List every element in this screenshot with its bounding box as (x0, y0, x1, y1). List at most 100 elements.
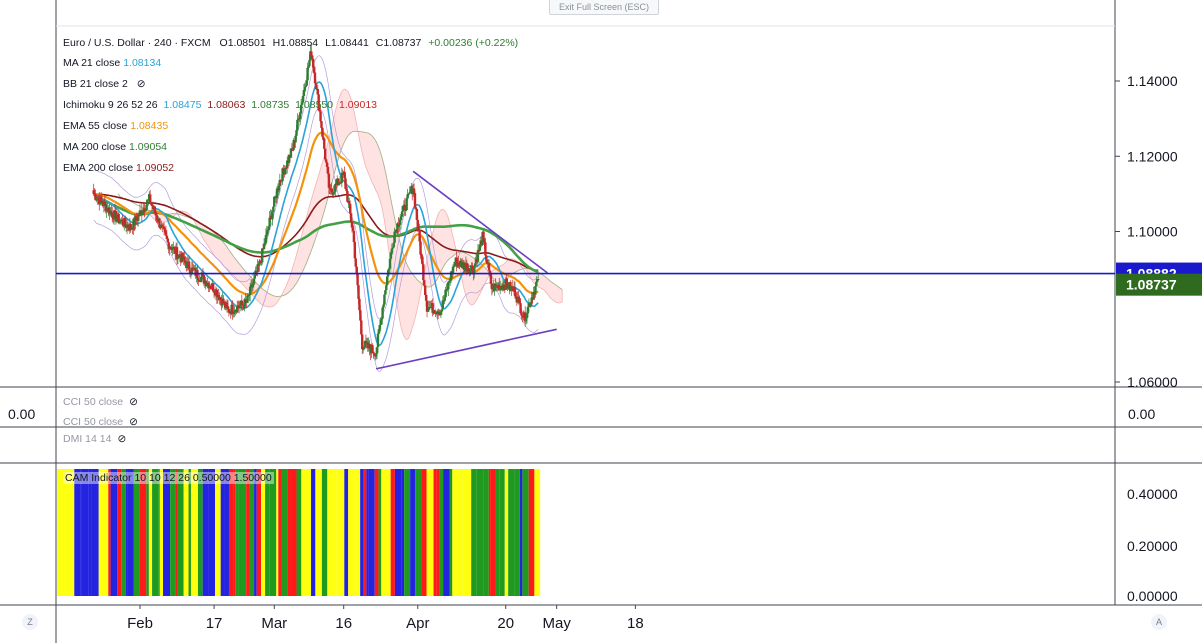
cam-stripe (534, 469, 541, 596)
cam-stripe (261, 469, 266, 596)
cam-stripe (276, 469, 279, 596)
cam-stripe (410, 469, 416, 596)
cam-stripe (183, 469, 189, 596)
cam-stripe (177, 469, 184, 596)
cam-stripe (139, 469, 147, 596)
cam-stripe (421, 469, 427, 596)
candle-body (253, 274, 257, 279)
cam-stripe (327, 469, 334, 596)
x-tick-label: May (542, 615, 571, 632)
legend-cam[interactable]: CAM Indicator 10 10 12 26 0.50000 1.5000… (63, 472, 274, 484)
cam-stripe (452, 469, 463, 596)
candle-body (423, 280, 426, 286)
cam-stripe (390, 469, 395, 596)
cam-y-tick-label: 0.40000 (1127, 486, 1178, 502)
cam-stripe (381, 469, 391, 596)
cam-stripe (296, 469, 302, 596)
legend-ma21[interactable]: MA 21 close 1.08134 (63, 57, 161, 69)
cam-stripe (363, 469, 367, 596)
legend-cci-1[interactable]: CCI 50 close ⊘ (63, 396, 138, 408)
cam-stripe (159, 469, 164, 596)
cam-stripe (495, 469, 500, 596)
cam-stripe (224, 469, 229, 596)
cam-stripe (476, 469, 484, 596)
high-value: H1.08854 (272, 37, 319, 49)
cam-stripe (281, 469, 288, 596)
change-value: +0.00236 (+0.22%) (428, 37, 519, 49)
hidden-eye-icon[interactable]: ⊘ (137, 78, 146, 90)
cam-stripe (374, 469, 379, 596)
cam-stripe (238, 469, 247, 596)
candle-body (320, 121, 323, 128)
cam-stripe (366, 469, 369, 596)
cam-stripe (519, 469, 523, 596)
last-price-label: 1.08737 (1126, 277, 1177, 293)
candle-body (536, 279, 540, 281)
cam-stripe (368, 469, 375, 596)
x-tick-label: 16 (335, 615, 352, 632)
cam-stripe (269, 469, 277, 596)
cam-stripe (433, 469, 437, 596)
hidden-eye-icon[interactable]: ⊘ (129, 396, 138, 408)
legend-ema55[interactable]: EMA 55 close 1.08435 (63, 120, 168, 132)
cam-stripe (98, 469, 109, 596)
cam-stripe (148, 469, 153, 596)
cam-stripe (287, 469, 291, 596)
legend-ichimoku[interactable]: Ichimoku 9 26 52 26 1.08475 1.08063 1.08… (63, 99, 377, 111)
candle-body (393, 231, 396, 243)
open-value: O1.08501 (219, 37, 266, 49)
cam-stripe (175, 469, 178, 596)
cam-stripe (278, 469, 282, 596)
cam-stripe (158, 469, 160, 596)
timezone-button[interactable]: Z (22, 614, 38, 630)
cam-stripe (108, 469, 111, 596)
auto-scale-button[interactable]: A (1151, 614, 1167, 630)
y-tick-label: 1.06000 (1127, 374, 1178, 390)
cam-stripe (215, 469, 221, 596)
cam-stripe (254, 469, 257, 596)
x-tick-label: Feb (127, 615, 153, 632)
cam-stripe (121, 469, 126, 596)
cam-stripe (233, 469, 236, 596)
hidden-eye-icon[interactable]: ⊘ (129, 416, 138, 426)
candle-body (422, 264, 425, 281)
cam-stripe (197, 469, 203, 596)
cam-stripe (110, 469, 118, 596)
cam-stripe (439, 469, 444, 596)
legend-dmi[interactable]: DMI 14 14 ⊘ (63, 433, 126, 445)
cam-stripe (499, 469, 505, 596)
cam-stripe (235, 469, 239, 596)
candle-body (272, 206, 275, 212)
cam-stripe (249, 469, 255, 596)
cam-stripe (401, 469, 405, 596)
cam-stripe (91, 469, 99, 596)
hidden-eye-icon[interactable]: ⊘ (117, 433, 126, 445)
legend-cci-2[interactable]: CCI 50 close ⊘ (63, 416, 138, 426)
candle-body (251, 283, 255, 288)
cam-stripe (394, 469, 402, 596)
legend-ema200[interactable]: EMA 200 close 1.09052 (63, 162, 174, 174)
y-tick-label: 1.12000 (1127, 148, 1178, 164)
x-tick-label: Apr (406, 615, 429, 632)
cam-stripe (117, 469, 122, 596)
cam-stripe (490, 469, 496, 596)
legend-ma200[interactable]: MA 200 close 1.09054 (63, 141, 167, 153)
price-chart[interactable]: 1.14000 1.12000 1.10000 1.06000 0.40000 0.200… (0, 0, 1202, 643)
cci-left-value: 0.00 (8, 406, 36, 422)
candle-body (487, 263, 491, 271)
cam-stripe (528, 469, 535, 596)
cam-stripe (81, 469, 89, 596)
cam-stripe (360, 469, 364, 596)
candle-body (407, 193, 410, 195)
legend-bb[interactable]: BB 21 close 2 ⊘ (63, 78, 146, 90)
cam-stripe (311, 469, 316, 596)
cam-y-tick-label: 0.00000 (1127, 588, 1178, 604)
cci-right-value: 0.00 (1128, 406, 1156, 422)
cam-stripe (504, 469, 509, 596)
cam-stripe (125, 469, 128, 596)
candle-body (295, 130, 298, 136)
cam-stripe (127, 469, 134, 596)
cam-stripe (333, 469, 337, 596)
cam-stripe (133, 469, 140, 596)
y-tick-label: 1.14000 (1127, 73, 1178, 89)
